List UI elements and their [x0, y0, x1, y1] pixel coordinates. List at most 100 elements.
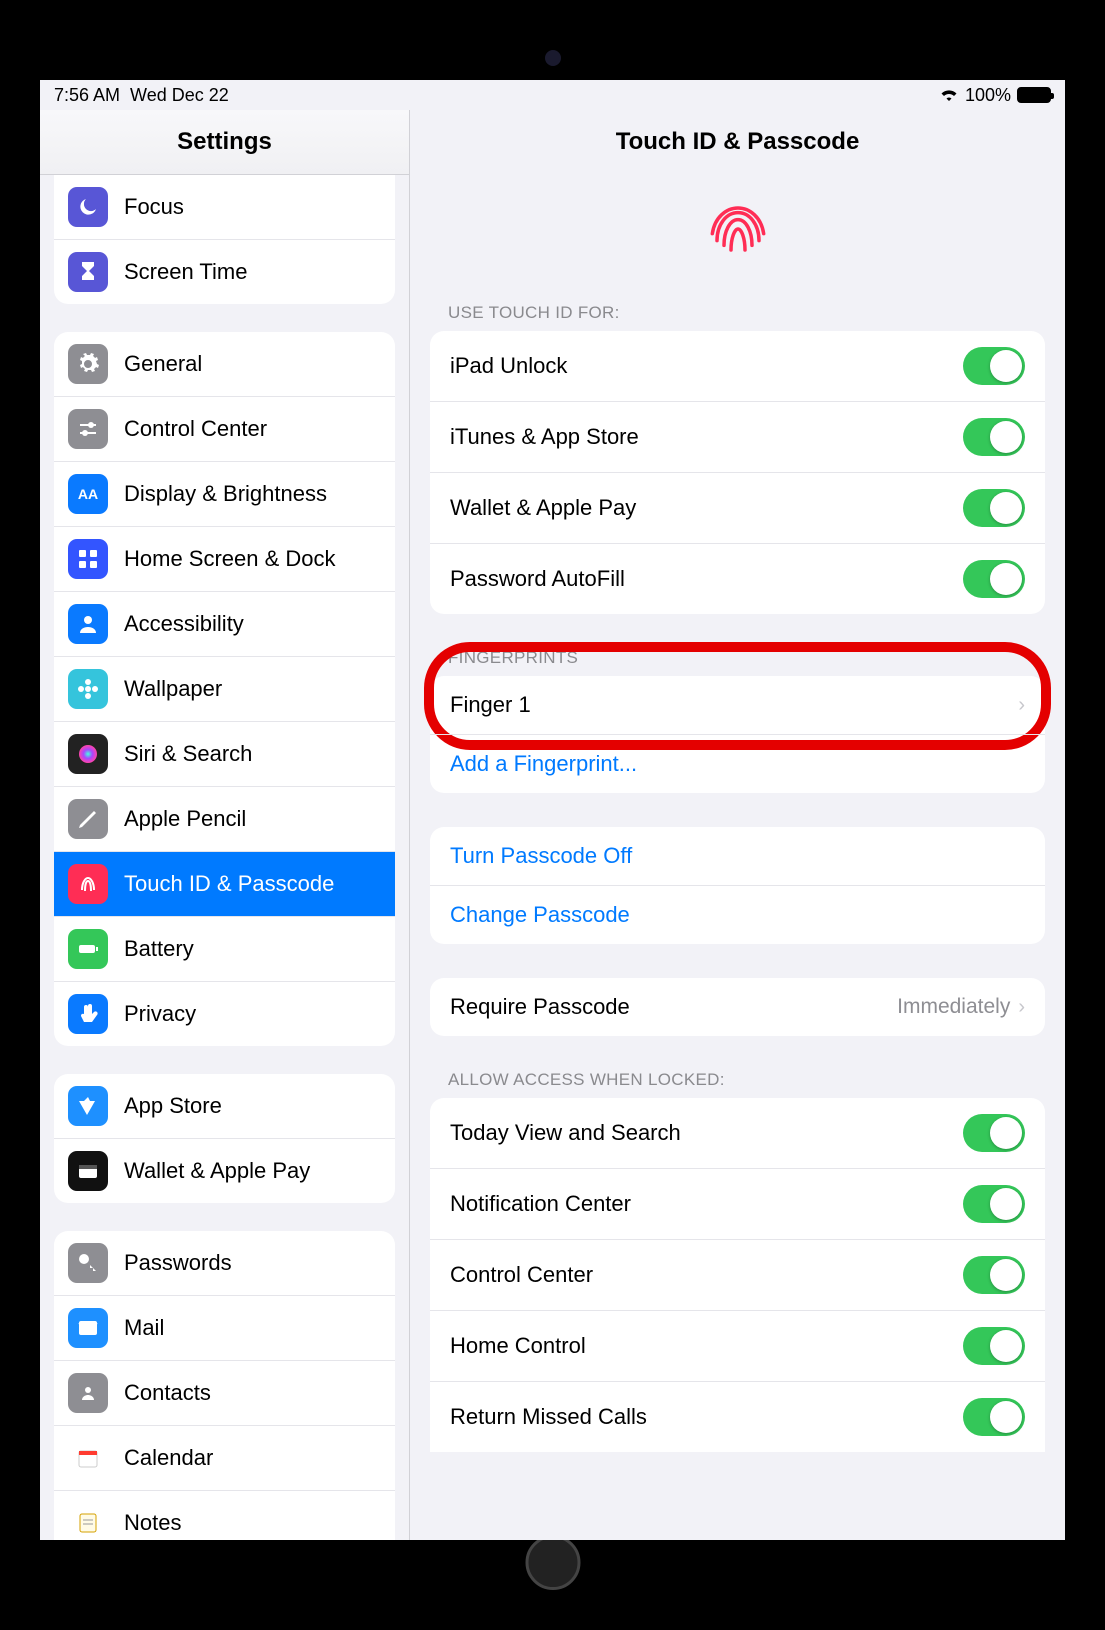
sidebar-item-label: Focus: [124, 194, 184, 220]
sidebar-item-label: Home Screen & Dock: [124, 546, 336, 572]
sidebar-item-label: Contacts: [124, 1380, 211, 1406]
battery-icon: [68, 929, 108, 969]
sidebar-title: Settings: [40, 110, 409, 175]
allow-0-toggle[interactable]: [963, 1114, 1025, 1152]
passcode-action-1[interactable]: Change Passcode: [430, 886, 1045, 944]
allow-2-label: Control Center: [450, 1262, 593, 1288]
section-label-allow: ALLOW ACCESS WHEN LOCKED:: [430, 1070, 1045, 1098]
sidebar-item-label: Accessibility: [124, 611, 244, 637]
fingerprint-row-1[interactable]: Add a Fingerprint...: [430, 735, 1045, 793]
sidebar-item-home-screen[interactable]: Home Screen & Dock: [54, 527, 395, 592]
wallet-icon: [68, 1151, 108, 1191]
passcode-action-label: Turn Passcode Off: [450, 843, 632, 869]
sidebar-item-label: Screen Time: [124, 259, 248, 285]
usefor-0-label: iPad Unlock: [450, 353, 567, 379]
allow-1-row[interactable]: Notification Center: [430, 1169, 1045, 1240]
sidebar-item-touchid[interactable]: Touch ID & Passcode: [54, 852, 395, 917]
usefor-0-row[interactable]: iPad Unlock: [430, 331, 1045, 402]
fingerprint-hero-icon: [430, 174, 1045, 303]
sidebar-item-label: Wallet & Apple Pay: [124, 1158, 310, 1184]
sidebar-item-label: Privacy: [124, 1001, 196, 1027]
usefor-2-row[interactable]: Wallet & Apple Pay: [430, 473, 1045, 544]
front-camera: [545, 50, 561, 66]
sidebar-item-label: Calendar: [124, 1445, 213, 1471]
sidebar-item-control-center[interactable]: Control Center: [54, 397, 395, 462]
notes-icon: [68, 1503, 108, 1540]
sidebar-item-label: Touch ID & Passcode: [124, 871, 334, 897]
calendar-icon: [68, 1438, 108, 1478]
battery-percent: 100%: [965, 85, 1011, 106]
allow-4-toggle[interactable]: [963, 1398, 1025, 1436]
sidebar-item-display[interactable]: AADisplay & Brightness: [54, 462, 395, 527]
fingerprint-label: Finger 1: [450, 692, 531, 718]
sidebar-item-mail[interactable]: Mail: [54, 1296, 395, 1361]
wifi-icon: [939, 85, 959, 106]
usefor-3-row[interactable]: Password AutoFill: [430, 544, 1045, 614]
person-icon: [68, 604, 108, 644]
sidebar-item-label: General: [124, 351, 202, 377]
sidebar-item-siri[interactable]: Siri & Search: [54, 722, 395, 787]
passcode-action-0[interactable]: Turn Passcode Off: [430, 827, 1045, 886]
sidebar-item-wallpaper[interactable]: Wallpaper: [54, 657, 395, 722]
allow-1-toggle[interactable]: [963, 1185, 1025, 1223]
sidebar-item-calendar[interactable]: Calendar: [54, 1426, 395, 1491]
require-passcode-value: Immediately: [897, 995, 1010, 1019]
key-icon: [68, 1243, 108, 1283]
sidebar-item-focus[interactable]: Focus: [54, 175, 395, 240]
sidebar-item-wallet[interactable]: Wallet & Apple Pay: [54, 1139, 395, 1203]
allow-1-label: Notification Center: [450, 1191, 631, 1217]
usefor-2-toggle[interactable]: [963, 489, 1025, 527]
usefor-3-label: Password AutoFill: [450, 566, 625, 592]
allow-2-row[interactable]: Control Center: [430, 1240, 1045, 1311]
contacts-icon: [68, 1373, 108, 1413]
sidebar-item-passwords[interactable]: Passwords: [54, 1231, 395, 1296]
usefor-0-toggle[interactable]: [963, 347, 1025, 385]
fingerprint-row-0[interactable]: Finger 1›: [430, 676, 1045, 735]
usefor-1-row[interactable]: iTunes & App Store: [430, 402, 1045, 473]
sidebar-item-screen-time[interactable]: Screen Time: [54, 240, 395, 304]
status-time: 7:56 AM: [54, 85, 120, 106]
allow-3-toggle[interactable]: [963, 1327, 1025, 1365]
allow-2-toggle[interactable]: [963, 1256, 1025, 1294]
sidebar-item-privacy[interactable]: Privacy: [54, 982, 395, 1046]
passcode-action-label: Change Passcode: [450, 902, 630, 928]
section-label-fingerprints: FINGERPRINTS: [430, 648, 1045, 676]
sidebar-item-notes[interactable]: Notes: [54, 1491, 395, 1540]
sidebar-item-app-store[interactable]: App Store: [54, 1074, 395, 1139]
hand-icon: [68, 994, 108, 1034]
aa-icon: AA: [68, 474, 108, 514]
sidebar-item-contacts[interactable]: Contacts: [54, 1361, 395, 1426]
hourglass-icon: [68, 252, 108, 292]
allow-0-row[interactable]: Today View and Search: [430, 1098, 1045, 1169]
home-button[interactable]: [525, 1535, 580, 1590]
usefor-1-label: iTunes & App Store: [450, 424, 639, 450]
allow-0-label: Today View and Search: [450, 1120, 681, 1146]
mail-icon: [68, 1308, 108, 1348]
sidebar-item-accessibility[interactable]: Accessibility: [54, 592, 395, 657]
sidebar-item-pencil[interactable]: Apple Pencil: [54, 787, 395, 852]
sidebar-item-battery[interactable]: Battery: [54, 917, 395, 982]
require-passcode-row[interactable]: Require Passcode Immediately ›: [430, 978, 1045, 1036]
allow-4-label: Return Missed Calls: [450, 1404, 647, 1430]
astore-icon: [68, 1086, 108, 1126]
sidebar-item-label: Notes: [124, 1510, 181, 1536]
pencil-icon: [68, 799, 108, 839]
allow-4-row[interactable]: Return Missed Calls: [430, 1382, 1045, 1452]
sidebar-item-general[interactable]: General: [54, 332, 395, 397]
siri-icon: [68, 734, 108, 774]
status-bar: 7:56 AM Wed Dec 22 100%: [40, 80, 1065, 110]
usefor-3-toggle[interactable]: [963, 560, 1025, 598]
allow-3-label: Home Control: [450, 1333, 586, 1359]
section-label-usefor: USE TOUCH ID FOR:: [430, 303, 1045, 331]
sidebar-item-label: Battery: [124, 936, 194, 962]
moon-icon: [68, 187, 108, 227]
svg-text:AA: AA: [78, 486, 98, 502]
fingerprint-label: Add a Fingerprint...: [450, 751, 637, 777]
usefor-1-toggle[interactable]: [963, 418, 1025, 456]
battery-icon: [1017, 87, 1051, 103]
sidebar-item-label: Passwords: [124, 1250, 232, 1276]
grid-icon: [68, 539, 108, 579]
allow-3-row[interactable]: Home Control: [430, 1311, 1045, 1382]
finger-icon: [68, 864, 108, 904]
usefor-2-label: Wallet & Apple Pay: [450, 495, 636, 521]
